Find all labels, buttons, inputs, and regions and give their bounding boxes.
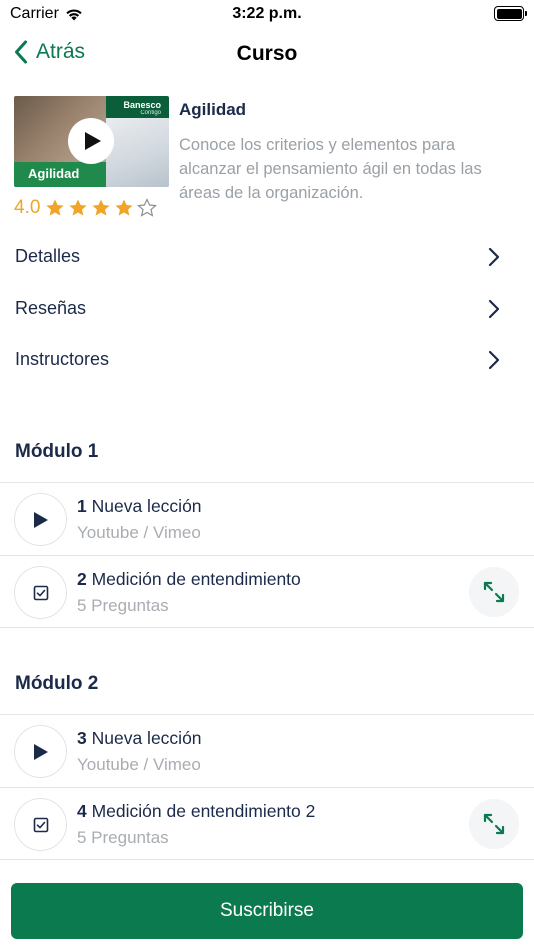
play-icon (85, 132, 101, 150)
checkbox-icon (33, 817, 48, 832)
lesson-title: 2 Medición de entendimiento (77, 569, 301, 590)
course-title: Agilidad (179, 100, 247, 119)
star-filled-icon (92, 199, 111, 216)
battery-icon (494, 6, 527, 21)
play-video-button[interactable] (68, 118, 114, 164)
star-filled-icon (69, 199, 88, 216)
chevron-right-icon (488, 247, 500, 267)
lesson-subtitle: 5 Preguntas (77, 828, 169, 847)
star-filled-icon (46, 199, 65, 216)
lesson-number: 3 (77, 728, 87, 748)
expand-icon (483, 581, 505, 603)
play-icon (33, 511, 48, 528)
brand-logo: Banesco Contigo (123, 100, 161, 116)
chevron-right-icon (488, 350, 500, 370)
clock: 3:22 p.m. (232, 5, 302, 22)
chevron-right-icon (488, 299, 500, 318)
link-instructors[interactable]: Instructores (0, 334, 534, 386)
star-filled-icon (115, 199, 134, 216)
link-details-label: Detalles (15, 246, 81, 267)
lesson-number: 4 (77, 801, 87, 821)
rating-value: 4.0 (14, 197, 41, 218)
course-thumbnail[interactable]: Banesco Contigo Agilidad (14, 96, 169, 187)
module-title: Módulo 1 (15, 441, 99, 462)
link-instructors-label: Instructores (15, 349, 110, 370)
expand-button[interactable] (469, 799, 519, 849)
module-title: Módulo 2 (15, 673, 99, 694)
course-description: Conoce los criterios y elementos para al… (179, 136, 482, 202)
course-header: Banesco Contigo Agilidad 4.0 Agilidad Co… (14, 96, 520, 221)
play-icon (33, 743, 48, 760)
lesson-icon-circle (14, 725, 67, 778)
lesson-name: Nueva lección (91, 728, 202, 748)
thumbnail-photo-office (106, 118, 169, 187)
checkbox-icon (33, 585, 48, 600)
lesson-subtitle: Youtube / Vimeo (77, 755, 201, 774)
thumbnail-tag: Agilidad (28, 166, 80, 181)
lesson-icon-circle (14, 798, 67, 851)
lesson-item[interactable]: 1 Nueva lección Youtube / Vimeo (0, 482, 534, 555)
subscribe-button[interactable]: Suscribirse (11, 883, 523, 939)
lesson-name: Medición de entendimiento (91, 569, 301, 589)
navigation-bar: Atrás Curso (0, 30, 534, 80)
page-title: Curso (236, 42, 298, 65)
link-details[interactable]: Detalles (0, 231, 534, 283)
rating-stars (45, 198, 158, 218)
lesson-name: Medición de entendimiento 2 (91, 801, 316, 821)
course-rating: 4.0 (14, 197, 158, 219)
lesson-item[interactable]: 3 Nueva lección Youtube / Vimeo (0, 714, 534, 787)
lesson-item[interactable]: 4 Medición de entendimiento 2 5 Pregunta… (0, 787, 534, 860)
expand-button[interactable] (469, 567, 519, 617)
status-bar: Carrier 3:22 p.m. (0, 0, 534, 30)
lesson-title: 3 Nueva lección (77, 728, 202, 749)
lesson-title: 4 Medición de entendimiento 2 (77, 801, 315, 822)
lesson-title: 1 Nueva lección (77, 496, 202, 517)
link-reviews[interactable]: Reseñas (0, 283, 534, 335)
lesson-name: Nueva lección (91, 496, 202, 516)
lesson-number: 1 (77, 496, 87, 516)
expand-icon (483, 813, 505, 835)
course-links: Detalles Reseñas Instructores (0, 231, 534, 386)
lesson-subtitle: 5 Preguntas (77, 596, 169, 615)
lesson-icon-circle (14, 493, 67, 546)
lesson-item[interactable]: 2 Medición de entendimiento 5 Preguntas (0, 555, 534, 628)
lesson-subtitle: Youtube / Vimeo (77, 523, 201, 542)
link-reviews-label: Reseñas (15, 297, 87, 318)
lesson-number: 2 (77, 569, 87, 589)
star-empty-icon (137, 198, 158, 217)
lesson-icon-circle (14, 566, 67, 619)
